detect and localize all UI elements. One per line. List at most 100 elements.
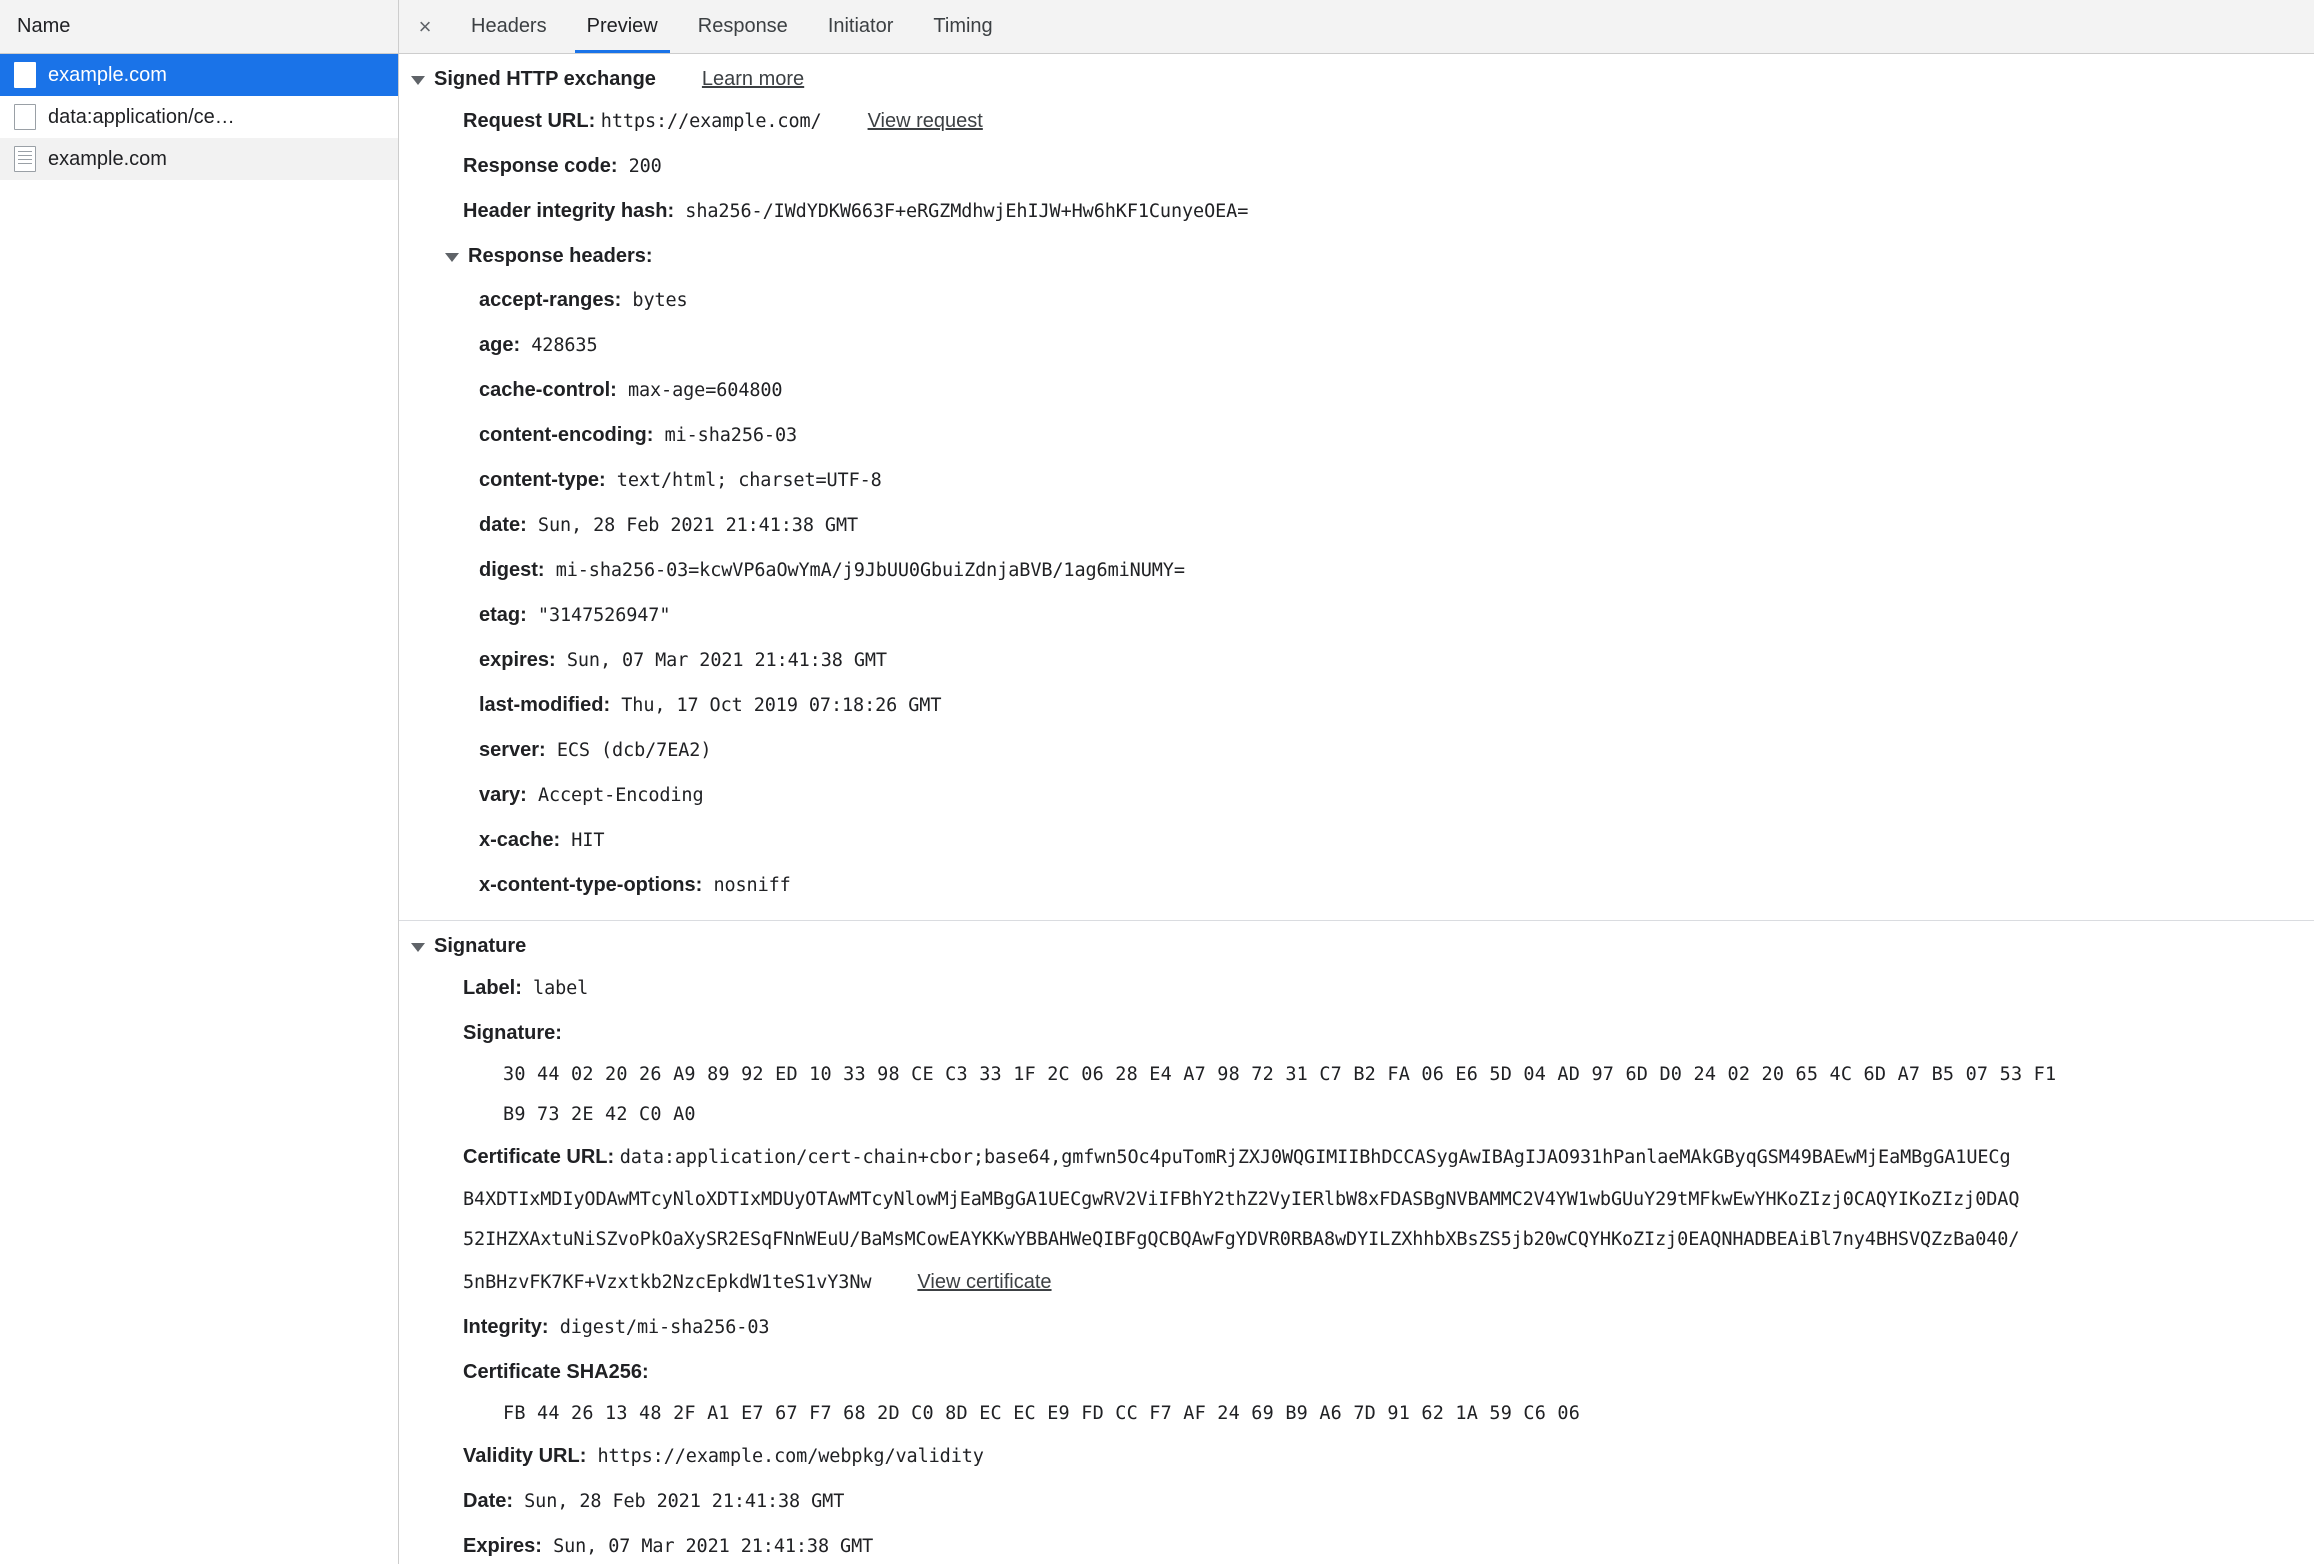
- signature-key: Signature:: [463, 1022, 562, 1044]
- response-header-row: digest: mi-sha256-03=kcwVP6aOwYmA/j9JbUU…: [399, 548, 2314, 593]
- header-value: bytes: [632, 290, 688, 311]
- header-name: x-cache:: [479, 829, 561, 851]
- blank-file-icon: [14, 62, 36, 88]
- list-item-label: example.com: [48, 147, 167, 170]
- certificate-url-value-line3: 52IHZXAxtuNiSZvoPkOaXySR2ESqFNnWEuU/BaMs…: [463, 1229, 2020, 1250]
- learn-more-link[interactable]: Learn more: [702, 68, 804, 91]
- response-header-row: age: 428635: [399, 323, 2314, 368]
- tab-initiator[interactable]: Initiator: [808, 0, 914, 53]
- header-name: date:: [479, 514, 527, 536]
- tab-response[interactable]: Response: [678, 0, 808, 53]
- signature-date-row: Date: Sun, 28 Feb 2021 21:41:38 GMT: [399, 1479, 2314, 1524]
- header-value: mi-sha256-03: [664, 425, 798, 446]
- response-header-row: expires: Sun, 07 Mar 2021 21:41:38 GMT: [399, 638, 2314, 683]
- cert-sha256-key: Certificate SHA256:: [463, 1361, 649, 1383]
- request-url-value: https://example.com/: [600, 111, 822, 132]
- close-icon[interactable]: ×: [399, 0, 451, 53]
- blank-file-icon: [14, 104, 36, 130]
- triangle-down-icon[interactable]: [411, 943, 425, 952]
- header-name: server:: [479, 739, 546, 761]
- certificate-url-row: Certificate URL: data:application/cert-c…: [399, 1135, 2314, 1180]
- certificate-url-last-line-row: 5nBHzvFK7KF+Vzxtkb2NzcEpkdW1teS1vY3Nw Vi…: [399, 1260, 2314, 1305]
- header-name: etag:: [479, 604, 527, 626]
- close-glyph: ×: [418, 13, 432, 39]
- tab-label: Initiator: [827, 15, 894, 37]
- header-value: Thu, 17 Oct 2019 07:18:26 GMT: [621, 695, 942, 716]
- response-headers-label: Response headers:: [468, 245, 653, 267]
- header-value: max-age=604800: [627, 380, 783, 401]
- view-certificate-link[interactable]: View certificate: [917, 1260, 1051, 1304]
- response-headers-group-title: Response headers:: [399, 234, 2314, 278]
- triangle-down-icon[interactable]: [411, 76, 425, 85]
- response-code-value: 200: [628, 156, 662, 177]
- signature-bytes-line: 30 44 02 20 26 A9 89 92 ED 10 33 98 CE C…: [503, 1064, 2057, 1085]
- header-name: x-content-type-options:: [479, 874, 703, 896]
- tab-label: Headers: [471, 15, 547, 37]
- header-name: content-type:: [479, 469, 606, 491]
- response-header-row: cache-control: max-age=604800: [399, 368, 2314, 413]
- response-header-row: x-cache: HIT: [399, 818, 2314, 863]
- header-value: nosniff: [713, 875, 791, 896]
- integrity-value: digest/mi-sha256-03: [559, 1317, 770, 1338]
- section-title-label: Signature: [434, 935, 527, 957]
- request-url-key: Request URL:: [463, 110, 596, 132]
- document-file-icon: [14, 146, 36, 172]
- response-header-row: etag: "3147526947": [399, 593, 2314, 638]
- header-value: Accept-Encoding: [537, 785, 704, 806]
- expires-value: Sun, 07 Mar 2021 21:41:38 GMT: [553, 1536, 874, 1557]
- validity-url-key: Validity URL:: [463, 1445, 587, 1467]
- header-integrity-value: sha256-/IWdYDKW663F+eRGZMdhwjEhIJW+Hw6hK…: [685, 201, 1249, 222]
- tab-preview[interactable]: Preview: [567, 0, 678, 53]
- header-value: Sun, 28 Feb 2021 21:41:38 GMT: [537, 515, 859, 536]
- validity-url-value: https://example.com/webpkg/validity: [597, 1446, 984, 1467]
- header-name: digest:: [479, 559, 545, 581]
- cert-sha256-bytes: FB 44 26 13 48 2F A1 E7 67 F7 68 2D C0 8…: [503, 1403, 1581, 1424]
- list-item[interactable]: example.com: [0, 54, 398, 96]
- list-item[interactable]: data:application/ce…: [0, 96, 398, 138]
- network-request-list: Name example.com data:application/ce… ex…: [0, 0, 399, 1564]
- certificate-url-key: Certificate URL:: [463, 1146, 615, 1168]
- signature-expires-row: Expires: Sun, 07 Mar 2021 21:41:38 GMT: [399, 1524, 2314, 1564]
- header-value: "3147526947": [537, 605, 671, 626]
- list-item-label: example.com: [48, 63, 167, 86]
- tab-label: Response: [697, 15, 788, 37]
- preview-content: Signed HTTP exchange Learn more Request …: [399, 54, 2314, 1564]
- integrity-row: Integrity: digest/mi-sha256-03: [399, 1305, 2314, 1350]
- column-header-label: Name: [17, 15, 71, 37]
- section-title-label: Signed HTTP exchange: [434, 68, 656, 90]
- label-key: Label:: [463, 977, 522, 999]
- header-name: cache-control:: [479, 379, 617, 401]
- header-name: accept-ranges:: [479, 289, 622, 311]
- request-url-row: Request URL: https://example.com/ View r…: [399, 99, 2314, 144]
- signature-bytes-line: B9 73 2E 42 C0 A0: [503, 1104, 696, 1125]
- response-code-row: Response code: 200: [399, 144, 2314, 189]
- header-value: mi-sha256-03=kcwVP6aOwYmA/j9JbUU0GbuiZdn…: [555, 560, 1185, 581]
- tab-label: Preview: [586, 15, 658, 37]
- tab-label: Timing: [933, 15, 993, 37]
- response-header-row: accept-ranges: bytes: [399, 278, 2314, 323]
- cert-sha256-title: Certificate SHA256:: [399, 1350, 2314, 1394]
- header-value: Sun, 07 Mar 2021 21:41:38 GMT: [566, 650, 887, 671]
- triangle-down-icon[interactable]: [445, 252, 459, 262]
- header-name: content-encoding:: [479, 424, 654, 446]
- tab-timing[interactable]: Timing: [913, 0, 1012, 53]
- response-header-row: last-modified: Thu, 17 Oct 2019 07:18:26…: [399, 683, 2314, 728]
- date-key: Date:: [463, 1490, 514, 1512]
- view-request-link[interactable]: View request: [868, 99, 983, 143]
- list-column-header-name[interactable]: Name: [0, 0, 398, 54]
- response-header-row: date: Sun, 28 Feb 2021 21:41:38 GMT: [399, 503, 2314, 548]
- header-name: last-modified:: [479, 694, 611, 716]
- label-value: label: [533, 978, 589, 999]
- certificate-url-value-line1: data:application/cert-chain+cbor;base64,…: [619, 1147, 2011, 1168]
- date-value: Sun, 28 Feb 2021 21:41:38 GMT: [524, 1491, 845, 1512]
- header-value: 428635: [531, 335, 598, 356]
- header-integrity-row: Header integrity hash: sha256-/IWdYDKW66…: [399, 189, 2314, 234]
- signed-http-exchange-section-title: Signed HTTP exchange Learn more: [411, 54, 2314, 99]
- validity-url-row: Validity URL: https://example.com/webpkg…: [399, 1434, 2314, 1479]
- tab-headers[interactable]: Headers: [451, 0, 567, 53]
- signature-label-row: Label: label: [399, 966, 2314, 1011]
- response-header-row: content-encoding: mi-sha256-03: [399, 413, 2314, 458]
- list-item[interactable]: example.com: [0, 138, 398, 180]
- integrity-key: Integrity:: [463, 1316, 549, 1338]
- header-name: age:: [479, 334, 521, 356]
